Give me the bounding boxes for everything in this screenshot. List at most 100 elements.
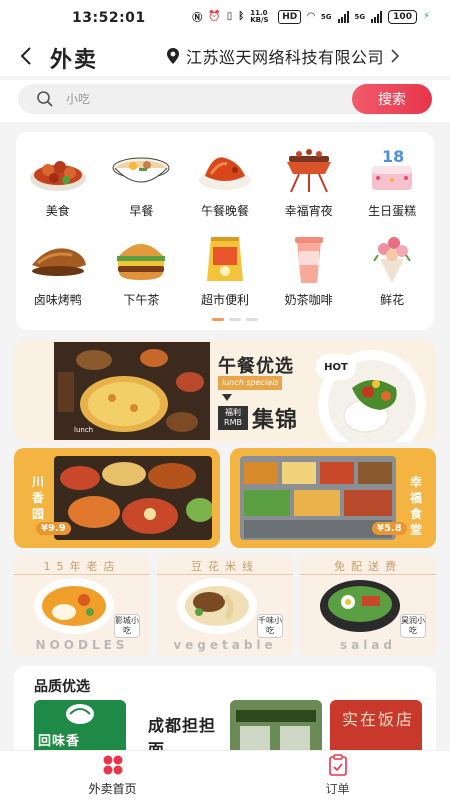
shop-watermark: vegetable xyxy=(173,638,277,652)
alarm-icon: ⏰ xyxy=(208,11,221,22)
page-indicator xyxy=(212,318,258,321)
category-supermarket[interactable]: 超市便利 xyxy=(183,231,267,308)
shop-card-haorun[interactable]: 免配送费 昊润小吃 salad xyxy=(300,556,436,656)
shop-card-yingcheng[interactable]: 15年老店 影城小吃 NOODLES xyxy=(14,556,150,656)
banner-title: 午餐优选 xyxy=(218,356,294,377)
category-breakfast[interactable]: 早餐 xyxy=(100,142,184,219)
category-card: 美食 早餐 午餐晚餐 幸福宵夜 18 生日蛋糕 卤味烤鸭 下午茶 超市便利 奶茶… xyxy=(16,132,434,330)
chevron-right-icon xyxy=(391,49,400,63)
search-icon xyxy=(37,91,53,107)
shop-name: 回味香 xyxy=(38,734,81,749)
signal-2-icon xyxy=(371,10,383,23)
location-pin-icon xyxy=(167,48,179,64)
battery-icon: 100 xyxy=(388,9,417,24)
category-birthday-cake[interactable]: 18 生日蛋糕 xyxy=(350,142,434,219)
shop-tag: 千味小吃 xyxy=(257,614,283,638)
shop-tag: 昊润小吃 xyxy=(400,614,426,638)
benefit-tag: 福利 RMB xyxy=(218,406,248,430)
location-selector[interactable]: 江苏巡天网络科技有限公司 xyxy=(166,44,400,68)
category-flowers[interactable]: 鲜花 xyxy=(350,231,434,308)
burger-icon xyxy=(117,244,166,280)
category-lunch-dinner[interactable]: 午餐晚餐 xyxy=(183,142,267,219)
curry-bowl-image xyxy=(34,578,114,634)
braised-meat-icon xyxy=(31,248,86,276)
vibrate-icon: ▯ xyxy=(226,11,233,22)
hot-badge: HOT xyxy=(316,354,356,380)
shop-watermark: NOODLES xyxy=(35,638,129,652)
roast-duck-icon xyxy=(198,157,251,190)
category-food[interactable]: 美食 xyxy=(16,142,100,219)
benefit-tag-top: 福利 xyxy=(225,408,241,417)
category-label: 卤味烤鸭 xyxy=(33,293,82,307)
search-input[interactable] xyxy=(66,88,346,110)
promo-card-xingfushitang[interactable]: 幸福食堂 ¥5.8 xyxy=(230,448,436,548)
snack-bag-icon xyxy=(206,237,243,281)
indicator-dot xyxy=(229,318,241,321)
category-label: 幸福宵夜 xyxy=(284,204,333,218)
hd-badge: HD xyxy=(278,9,302,24)
benefit-tag-bottom: RMB xyxy=(224,418,242,427)
wifi-icon: ◠ xyxy=(307,11,315,22)
charging-icon: ⚡ xyxy=(422,11,430,22)
category-label: 奶茶咖啡 xyxy=(284,293,333,307)
category-label: 鲜花 xyxy=(380,293,405,307)
nav-takeout-home[interactable]: 外卖首页 xyxy=(0,751,225,800)
shop-tag: 影城小吃 xyxy=(114,614,140,638)
rice-bowl-image xyxy=(320,580,400,632)
milk-tea-icon xyxy=(294,237,323,283)
signal-1-icon xyxy=(337,10,349,23)
page-title: 外卖 xyxy=(50,48,99,73)
category-afternoon-tea[interactable]: 下午茶 xyxy=(100,231,184,308)
category-label: 生日蛋糕 xyxy=(368,204,417,218)
lunch-banner[interactable]: lunch 午餐优选 lunch specials 福利 RMB 集锦 HOT xyxy=(14,340,436,442)
banner-photo-caption: lunch xyxy=(74,426,94,434)
back-button[interactable] xyxy=(14,42,38,70)
birthday-cake-icon: 18 xyxy=(372,147,413,190)
order-clipboard-icon xyxy=(328,754,347,776)
food-platter-icon xyxy=(29,161,86,191)
search-area: 搜索 xyxy=(0,80,450,122)
category-label: 下午茶 xyxy=(123,293,160,307)
net-speed: 11.0 KB/S xyxy=(250,8,269,24)
flower-bouquet-icon xyxy=(373,237,412,283)
signal-2-label: 5G xyxy=(354,12,366,21)
bottom-nav: 外卖首页 订单 xyxy=(0,750,450,800)
category-label: 美食 xyxy=(45,204,70,218)
category-label: 早餐 xyxy=(129,204,154,218)
nfc-icon: Ⓝ xyxy=(192,13,203,24)
dishes-table-image xyxy=(54,456,212,540)
banner-photo: lunch xyxy=(54,342,210,440)
shop-name: 实在饭店 xyxy=(342,710,415,729)
category-milk-tea[interactable]: 奶茶咖啡 xyxy=(267,231,351,308)
category-label: 午餐晚餐 xyxy=(200,204,249,218)
banner-subtitle: lunch specials xyxy=(218,376,283,390)
shop-card-qianwei[interactable]: 豆花米线 千味小吃 vegetable xyxy=(157,556,293,656)
promo-price: ¥5.8 xyxy=(372,522,407,535)
promo-name: 川香园 xyxy=(32,475,45,521)
signal-1-label: 5G xyxy=(320,12,332,21)
nav-label: 外卖首页 xyxy=(88,782,137,796)
nav-orders[interactable]: 订单 xyxy=(225,751,450,800)
bluetooth-icon: ᛒ xyxy=(238,11,245,22)
indicator-dot xyxy=(246,318,258,321)
shop-watermark: salad xyxy=(339,638,397,652)
home-grid-icon xyxy=(103,755,122,775)
bbq-grill-icon xyxy=(286,149,331,193)
location-text: 江苏巡天网络科技有限公司 xyxy=(186,48,385,67)
category-late-night[interactable]: 幸福宵夜 xyxy=(267,142,351,219)
promo-card-chuanxiangyuan[interactable]: 川香园 ¥9.9 xyxy=(14,448,220,548)
status-time: 13:52:01 xyxy=(72,10,146,26)
shop-logo-icon xyxy=(66,704,94,724)
noodle-bowl-icon xyxy=(112,157,170,183)
promo-name: 幸福食堂 xyxy=(410,475,423,537)
category-braised-duck[interactable]: 卤味烤鸭 xyxy=(16,231,100,308)
promo-photo xyxy=(54,456,212,540)
category-label: 超市便利 xyxy=(200,293,249,307)
banner-headline: 集锦 xyxy=(252,408,299,433)
nav-label: 订单 xyxy=(325,782,350,796)
chevron-left-icon xyxy=(20,47,31,65)
search-button[interactable]: 搜索 xyxy=(352,84,432,114)
triangle-down-icon xyxy=(222,394,232,401)
category-grid: 美食 早餐 午餐晚餐 幸福宵夜 18 生日蛋糕 卤味烤鸭 下午茶 超市便利 奶茶… xyxy=(16,142,434,308)
promo-price: ¥9.9 xyxy=(36,522,71,535)
